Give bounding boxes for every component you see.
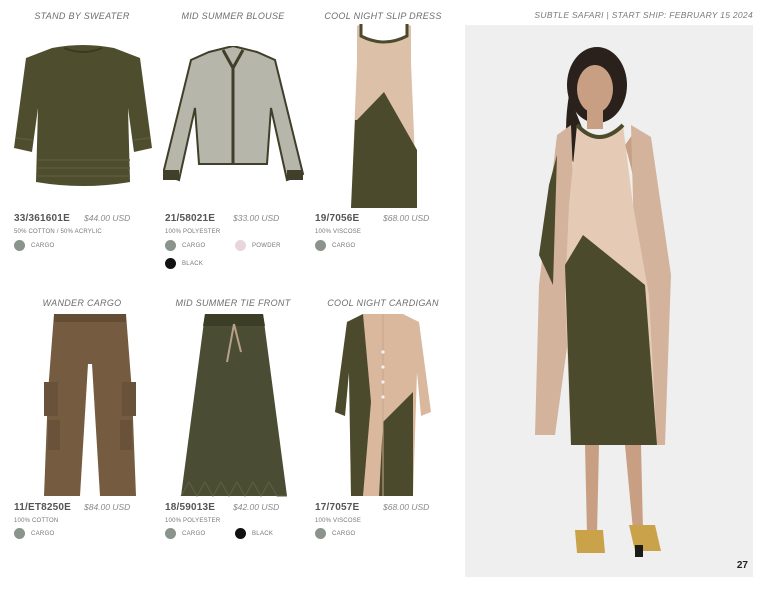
product-sku: 21/58021E (165, 213, 216, 224)
cargo-swatch-dot (165, 528, 176, 539)
product-title: COOL NIGHT CARDIGAN (327, 298, 439, 308)
swatch-label: CARGO (182, 530, 206, 537)
product-fabric: 100% POLYESTER (165, 518, 221, 524)
product-sku: 11/ET8250E (14, 502, 72, 513)
powder-swatch-dot (235, 240, 246, 251)
swatch-cargo[interactable]: CARGO (14, 528, 55, 539)
swatch-cargo[interactable]: CARGO (165, 240, 206, 251)
product-fabric: 100% VISCOSE (315, 229, 362, 235)
page-number: 27 (736, 560, 748, 571)
swatch-label: CARGO (332, 242, 356, 249)
tulle-skirt-image (180, 314, 287, 498)
product-fabric: 100% POLYESTER (165, 229, 221, 235)
cargo-swatch-dot (165, 240, 176, 251)
product-sku: 19/7056E (315, 213, 360, 224)
product-fabric: 50% COTTON / 50% ACRYLIC (14, 229, 102, 235)
product-price: $44.00 USD (84, 213, 131, 223)
black-swatch-dot (165, 258, 176, 269)
product-fabric: 100% COTTON (14, 518, 59, 524)
swatch-black[interactable]: BLACK (165, 258, 203, 269)
cargo-swatch-dot (315, 528, 326, 539)
product-title: WANDER CARGO (42, 298, 122, 308)
cargo-swatch-dot (14, 528, 25, 539)
swatch-label: BLACK (252, 530, 274, 537)
product-fabric: 100% VISCOSE (315, 518, 362, 524)
product-title: COOL NIGHT SLIP DRESS (324, 11, 442, 21)
product-title: MID SUMMER TIE FRONT (175, 298, 291, 308)
product-price: $68.00 USD (383, 213, 430, 223)
swatch-label: POWDER (252, 242, 281, 249)
header-separator: | (606, 10, 610, 20)
product-sku: 18/59013E (165, 502, 216, 513)
cardigan-image (335, 314, 431, 496)
product-title: MID SUMMER BLOUSE (181, 11, 285, 21)
product-title: STAND BY SWEATER (34, 11, 130, 21)
cargo-pants-image (44, 314, 136, 496)
swatch-cargo[interactable]: CARGO (165, 528, 206, 539)
swatch-cargo[interactable]: CARGO (315, 240, 356, 251)
model-photo (465, 25, 753, 577)
collection-header: SUBTLE SAFARI | START SHIP: FEBRUARY 15 … (534, 10, 753, 20)
collection-name: SUBTLE SAFARI (534, 10, 604, 20)
product-sku: 33/361601E (14, 213, 70, 224)
sweater-image (14, 45, 152, 186)
blouse-image (163, 46, 305, 182)
black-swatch-dot (235, 528, 246, 539)
swatch-label: CARGO (332, 530, 356, 537)
swatch-label: BLACK (182, 260, 204, 267)
swatch-powder[interactable]: POWDER (235, 240, 281, 251)
ship-date: START SHIP: FEBRUARY 15 2024 (611, 10, 753, 20)
product-price: $42.00 USD (233, 502, 280, 512)
swatch-black[interactable]: BLACK (235, 528, 273, 539)
cargo-swatch-dot (315, 240, 326, 251)
product-price: $84.00 USD (84, 502, 131, 512)
slip-dress-image (351, 24, 417, 208)
model-illustration (535, 47, 671, 557)
swatch-label: CARGO (31, 242, 55, 249)
product-price: $68.00 USD (383, 502, 430, 512)
cargo-swatch-dot (14, 240, 25, 251)
swatch-cargo[interactable]: CARGO (14, 240, 55, 251)
swatch-label: CARGO (31, 530, 55, 537)
swatch-label: CARGO (182, 242, 206, 249)
product-price: $33.00 USD (233, 213, 280, 223)
product-sku: 17/7057E (315, 502, 360, 513)
swatch-cargo[interactable]: CARGO (315, 528, 356, 539)
